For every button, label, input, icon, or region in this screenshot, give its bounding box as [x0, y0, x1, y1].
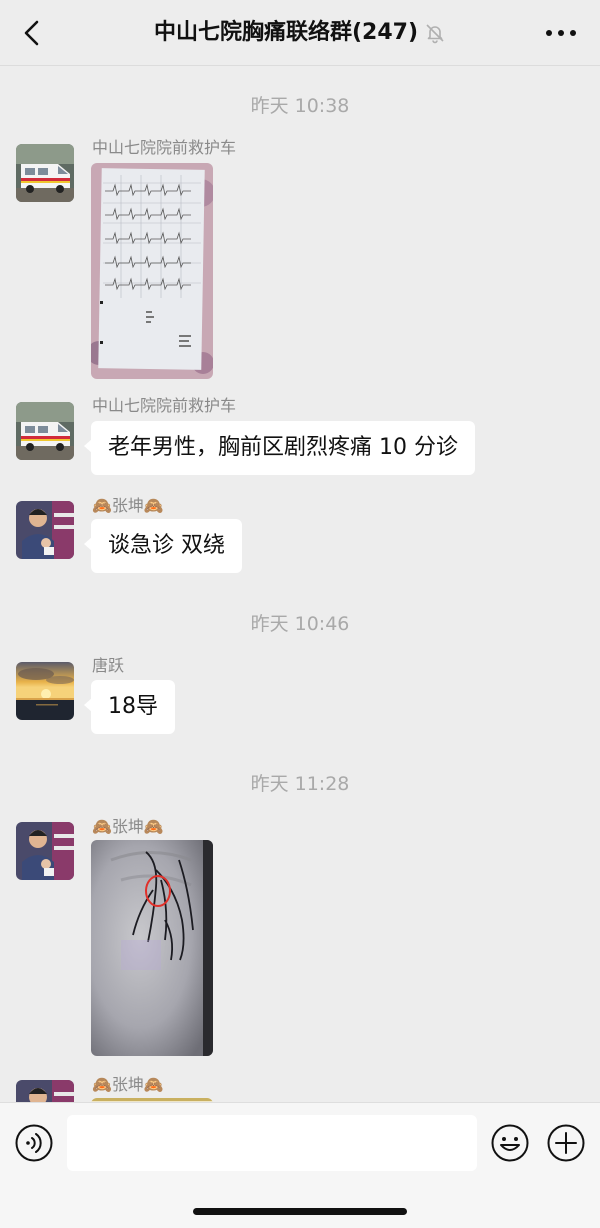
emoji-icon[interactable] — [490, 1123, 530, 1163]
message-input[interactable] — [67, 1115, 477, 1171]
sender-name: 中山七院院前救护车 — [92, 396, 237, 415]
voice-icon[interactable] — [14, 1123, 54, 1163]
text-message-bubble[interactable]: 18导 — [84, 680, 175, 734]
plus-icon[interactable] — [546, 1123, 586, 1163]
ellipsis-icon[interactable] — [544, 23, 578, 43]
sender-name: 中山七院院前救护车 — [92, 138, 237, 157]
sender-name: 🙈张坤🙈 — [92, 817, 164, 836]
timestamp: 昨天 10:38 — [250, 95, 350, 117]
text-message-bubble[interactable]: 老年男性，胸前区剧烈疼痛 10 分诊 — [84, 421, 475, 475]
sender-name: 🙈张坤🙈 — [92, 496, 164, 515]
timestamp: 昨天 10:46 — [250, 613, 350, 635]
message-list[interactable]: 昨天 10:38 中山七院院前救护车 中山七院院前救护车 老年男性，胸前区剧烈疼… — [0, 66, 600, 1102]
sender-name: 唐跃 — [92, 656, 125, 675]
sender-name: 🙈张坤🙈 — [92, 1075, 164, 1094]
timestamp: 昨天 11:28 — [250, 773, 350, 795]
avatar-person[interactable] — [16, 501, 74, 559]
avatar-person[interactable] — [16, 1080, 74, 1102]
chat-header: 中山七院胸痛联络群(247) — [0, 0, 600, 66]
angiogram-image-message[interactable] — [91, 840, 213, 1056]
text-message-bubble[interactable]: 谈急诊 双绕 — [84, 519, 242, 573]
chat-title-wrap: 中山七院胸痛联络群(247) — [0, 16, 600, 50]
home-indicator[interactable] — [193, 1208, 407, 1215]
chat-title: 中山七院胸痛联络群(247) — [153, 20, 419, 45]
avatar-ambulance[interactable] — [16, 402, 74, 460]
avatar-sunset[interactable] — [16, 662, 74, 720]
avatar-person[interactable] — [16, 822, 74, 880]
bell-muted-icon — [426, 24, 444, 44]
avatar-ambulance[interactable] — [16, 144, 74, 202]
ecg-image-message[interactable] — [91, 163, 213, 379]
